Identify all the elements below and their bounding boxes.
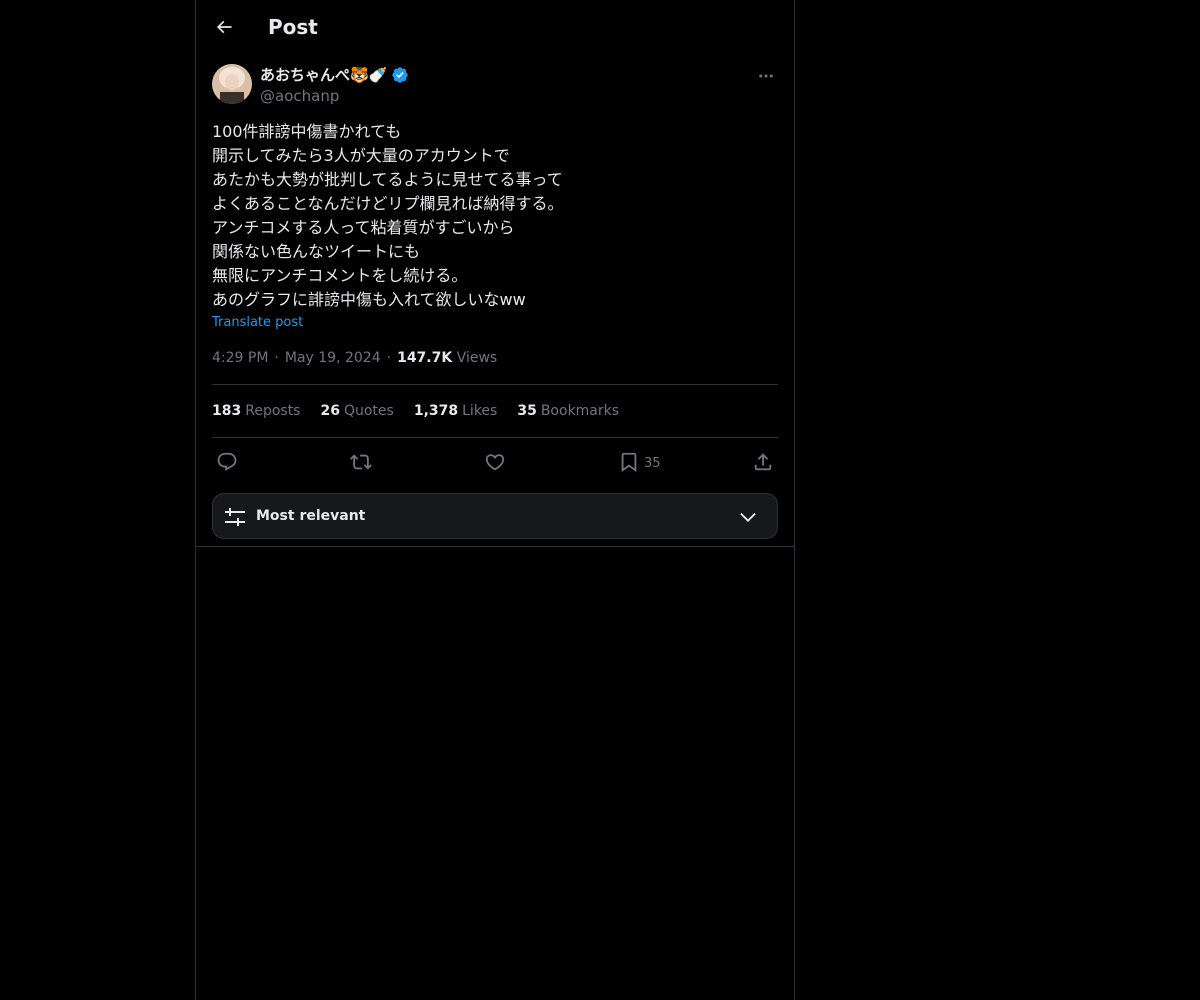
back-arrow-icon [216,20,232,34]
likes-stat[interactable]: 1,378 Likes [414,402,498,420]
bookmark-button[interactable]: 35 [618,450,661,474]
post-text-line: アンチコメする人って粘着質がすごいから [212,218,515,237]
author-display-name[interactable]: あおちゃんぺ🐯🍼 [260,64,409,86]
reposts-stat[interactable]: 183 Reposts [212,402,300,420]
post-meta: 4:29 PM · May 19, 2024 · 147.7K Views [212,349,497,367]
repost-button[interactable] [350,450,372,474]
quotes-label: Quotes [343,403,394,419]
bookmark-icon [621,452,637,473]
post-text-line: 100件誹謗中傷書かれても [212,122,402,141]
more-options-button[interactable] [754,66,778,86]
meta-separator: · [274,350,279,366]
translate-post-link[interactable]: Translate post [212,314,778,332]
share-button[interactable] [752,450,774,474]
post-text-line: 関係ない色んなツイートにも [212,242,421,261]
post-text-line: 無限にアンチコメントをし続ける。 [212,266,468,285]
main-column: Post あおちゃんぺ🐯🍼 @aochanp 100件誹謗中傷書かれても 開示し… [195,0,795,1000]
share-icon [754,453,772,471]
likes-count: 1,378 [413,403,459,419]
bookmark-count: 35 [644,456,661,471]
post-time[interactable]: 4:29 PM [212,350,268,366]
post-date[interactable]: May 19, 2024 [285,350,381,366]
action-bar: 35 [212,450,778,474]
reposts-label: Reposts [245,403,301,419]
quotes-count: 26 [320,403,340,419]
likes-label: Likes [462,403,498,419]
post-text-line: あのグラフに誹謗中傷も入れて欲しいなww [212,290,526,309]
reply-sort-dropdown[interactable]: Most relevant [212,493,778,539]
repost-icon [350,454,372,470]
post-text-line: あたかも大勢が批判してるように見せてる事って [212,170,563,189]
avatar[interactable] [212,64,252,104]
display-name-text: あおちゃんぺ🐯🍼 [260,66,388,84]
avatar-image [212,64,252,104]
author-info: あおちゃんぺ🐯🍼 @aochanp [260,64,409,106]
reply-icon [217,452,237,471]
post-body: 100件誹謗中傷書かれても 開示してみたら3人が大量のアカウントで あたかも大勢… [212,120,778,332]
like-button[interactable] [484,450,506,474]
sort-label: Most relevant [256,508,366,524]
post-header: Post [196,0,794,54]
bookmarks-count: 35 [517,403,537,419]
divider [212,384,778,385]
more-dots-icon [759,74,773,78]
verified-badge-icon[interactable] [391,66,409,84]
author-handle[interactable]: @aochanp [260,86,409,106]
page-title: Post [268,15,318,39]
bookmarks-stat[interactable]: 35 Bookmarks [517,402,619,420]
chevron-down-icon [740,512,756,522]
views-label: Views [456,350,498,366]
engagement-stats: 183 Reposts 26 Quotes 1,378 Likes 35 Bookmar… [212,402,639,420]
heart-icon [485,454,505,471]
post-text-line: よくあることなんだけどリプ欄見れば納得する。 [212,194,564,213]
quotes-stat[interactable]: 26 Quotes [320,402,393,420]
sliders-icon [225,508,245,526]
section-divider [196,546,794,547]
post-text: 100件誹謗中傷書かれても 開示してみたら3人が大量のアカウントで あたかも大勢… [212,120,778,312]
back-button[interactable] [208,11,240,43]
reply-button[interactable] [216,450,238,474]
reposts-count: 183 [212,403,242,419]
bookmarks-label: Bookmarks [540,403,620,419]
meta-separator: · [386,350,392,366]
divider [212,437,778,438]
post-text-line: 開示してみたら3人が大量のアカウントで [212,146,510,165]
views-count: 147.7K [397,350,453,366]
